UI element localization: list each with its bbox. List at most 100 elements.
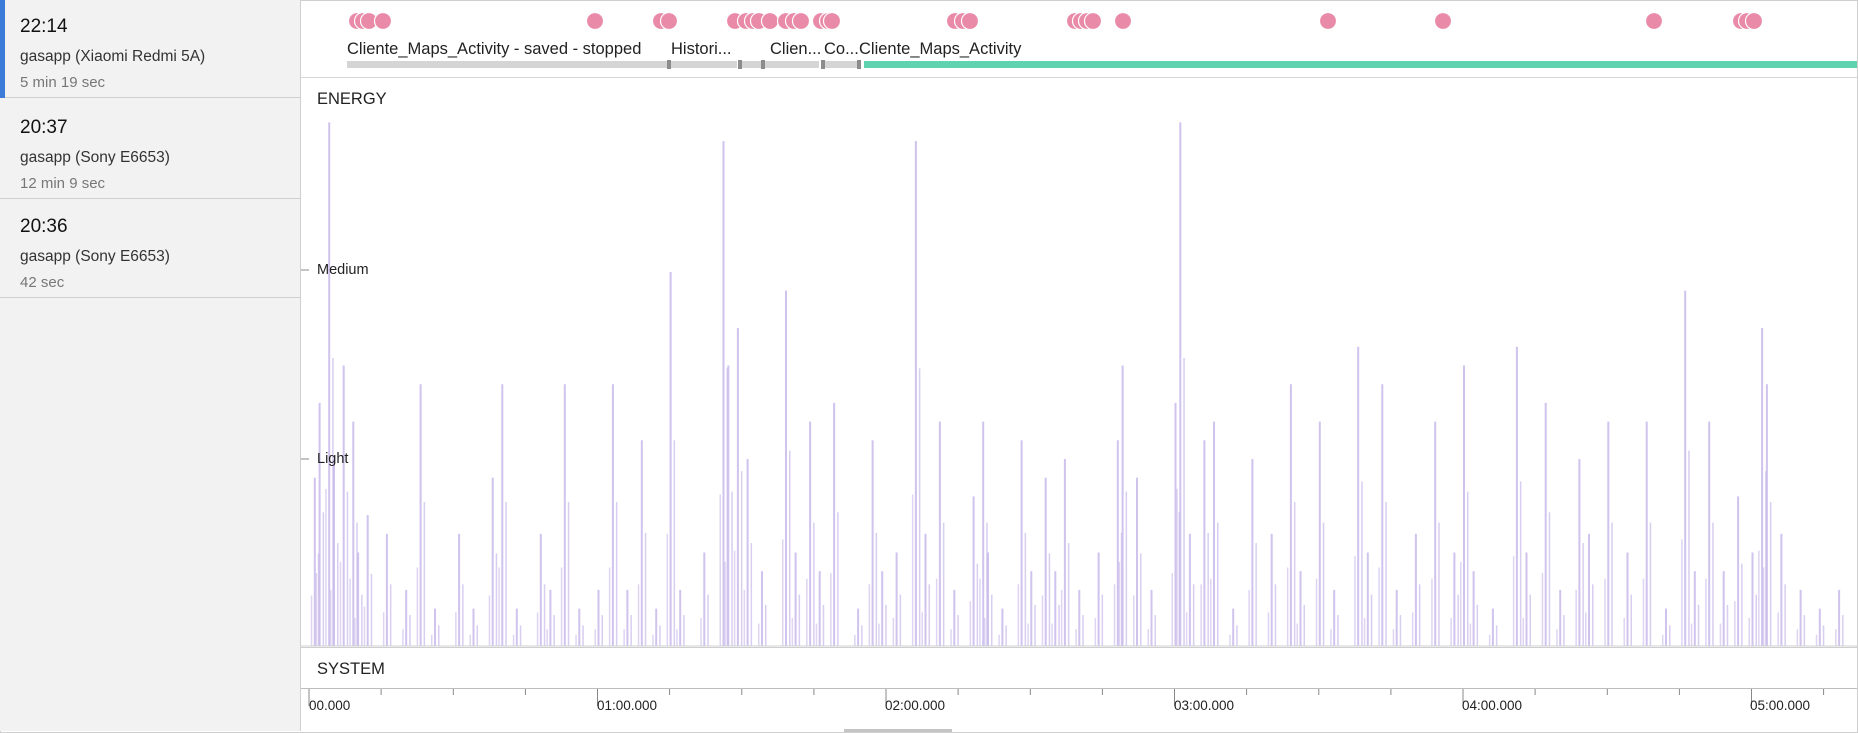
energy-bar	[1286, 567, 1289, 646]
energy-bar	[1030, 571, 1033, 646]
energy-bar	[724, 561, 726, 646]
energy-bar	[1649, 522, 1652, 646]
energy-bar	[1525, 552, 1528, 646]
energy-bar	[462, 584, 464, 646]
activity-boundary	[821, 60, 825, 69]
energy-bar	[626, 589, 629, 646]
energy-bar	[594, 629, 596, 646]
energy-bar	[1232, 608, 1235, 646]
energy-bar	[1322, 522, 1325, 646]
event-marker	[659, 11, 679, 31]
energy-bar	[1842, 615, 1844, 646]
energy-bar	[1780, 533, 1783, 646]
energy-bar	[991, 594, 993, 646]
energy-bar	[1758, 550, 1760, 646]
energy-bar	[976, 563, 979, 646]
energy-bar	[419, 384, 422, 646]
energy-bar	[984, 618, 986, 647]
energy-bar	[727, 365, 730, 646]
energy-bar	[567, 502, 570, 646]
energy-bar	[1116, 440, 1119, 646]
energy-bar	[546, 629, 548, 646]
event-markers	[347, 11, 1764, 31]
energy-bar	[833, 402, 836, 646]
energy-bar	[731, 491, 733, 646]
energy-bar	[979, 578, 981, 646]
energy-bar	[1381, 384, 1384, 646]
energy-bar	[911, 494, 914, 646]
energy-bar	[325, 488, 327, 646]
energy-bar	[342, 365, 345, 646]
energy-bar	[575, 634, 577, 646]
energy-bar	[861, 625, 863, 646]
energy-bar	[1333, 589, 1336, 646]
energy-bar	[750, 543, 753, 646]
energy-bar	[1094, 618, 1097, 647]
energy-bar	[938, 421, 941, 646]
energy-bar	[659, 625, 661, 646]
energy-bar	[1575, 589, 1577, 646]
session-item[interactable]: 20:36 gasapp (Sony E6653) 42 sec	[0, 200, 300, 298]
system-section-title: SYSTEM	[317, 660, 385, 678]
activity-label[interactable]: Cliente_Maps_Activity - saved - stopped	[347, 40, 641, 59]
activity-label[interactable]: Co...	[824, 40, 859, 59]
session-item[interactable]: 20:37 gasapp (Sony E6653) 12 min 9 sec	[0, 101, 300, 199]
energy-bar	[313, 477, 316, 646]
energy-bar	[1665, 608, 1667, 646]
energy-bar	[1472, 571, 1475, 646]
activity-label[interactable]: Cliente_Maps_Activity	[859, 40, 1021, 59]
session-item[interactable]: 22:14 gasapp (Xiaomi Redmi 5A) 5 min 19 …	[0, 0, 300, 98]
energy-bar	[1453, 552, 1456, 646]
energy-bar	[1027, 623, 1029, 646]
energy-bar	[1761, 328, 1764, 646]
timeline-canvas[interactable]	[301, 0, 1857, 731]
energy-bar	[703, 552, 706, 646]
energy-bar	[1529, 594, 1531, 646]
energy-bar	[310, 595, 313, 646]
energy-bar	[382, 612, 385, 646]
energy-bar	[354, 618, 356, 647]
energy-bar	[409, 615, 411, 646]
energy-bar	[1522, 618, 1524, 647]
energy-bar	[1236, 625, 1238, 646]
energy-bar	[1248, 589, 1250, 646]
energy-bar	[950, 629, 952, 646]
time-tick-label: 05:00.000	[1750, 698, 1811, 713]
energy-bar	[972, 496, 975, 646]
energy-bar	[337, 543, 339, 646]
level-label-medium: Medium	[317, 262, 369, 278]
session-app: gasapp (Sony E6653)	[20, 248, 170, 265]
energy-bar	[1488, 634, 1491, 646]
energy-bar	[1318, 421, 1321, 646]
energy-bar	[363, 606, 366, 646]
energy-bar	[719, 494, 721, 646]
energy-bar	[563, 384, 566, 646]
energy-bar	[640, 440, 643, 646]
energy-bar	[921, 612, 923, 646]
energy-bar	[1370, 594, 1373, 646]
energy-bar	[1414, 533, 1417, 646]
energy-bar	[1251, 459, 1254, 646]
energy-bar	[871, 440, 874, 646]
energy-bar	[1515, 346, 1518, 646]
horizontal-scrollbar[interactable]	[844, 729, 952, 732]
energy-bar	[402, 629, 404, 646]
energy-bar	[1512, 556, 1515, 646]
energy-bar	[333, 459, 335, 646]
energy-bar	[822, 604, 825, 646]
profiler-timeline[interactable]: Cliente_Maps_Activity - saved - stopped …	[301, 0, 1857, 732]
energy-bar	[794, 552, 797, 646]
energy-bar	[1463, 365, 1465, 646]
energy-bar	[1722, 571, 1725, 646]
energy-bar	[488, 595, 491, 646]
activity-label[interactable]: Clien...	[770, 40, 821, 59]
activity-label[interactable]: Histori...	[671, 40, 732, 59]
energy-bar	[813, 522, 815, 646]
energy-bar	[1063, 459, 1066, 646]
energy-bar	[1058, 604, 1060, 646]
energy-section-title: ENERGY	[317, 90, 387, 108]
energy-bar	[722, 141, 725, 646]
energy-bar	[782, 539, 784, 646]
energy-bar	[1762, 567, 1765, 646]
energy-bar	[1289, 384, 1292, 646]
